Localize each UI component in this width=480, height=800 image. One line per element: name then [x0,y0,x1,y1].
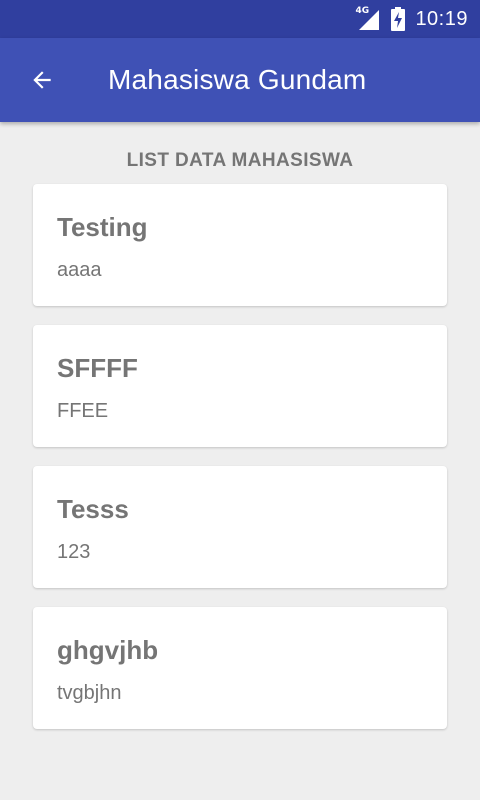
list-item[interactable]: ghgvjhb tvgbjhn [33,607,447,729]
item-detail: aaaa [57,259,102,281]
app-bar: Mahasiswa Gundam [0,38,480,122]
status-clock: 10:19 [415,7,468,30]
list-heading: LIST DATA MAHASISWA [126,150,354,171]
status-bar: 4G 10:19 [0,0,480,38]
battery-charging-icon [391,7,406,31]
item-detail: tvgbjhn [57,682,122,704]
student-list: Testing aaaa SFFFF FFEE Tesss 123 ghgvjh… [33,184,447,748]
item-detail: FFEE [57,400,109,422]
list-item[interactable]: Testing aaaa [33,184,447,306]
item-name: SFFFF [57,353,138,383]
signal-icon: 4G [355,6,381,32]
item-detail: 123 [57,541,91,563]
item-name: Tesss [57,494,129,524]
item-name: Testing [57,212,148,242]
back-button[interactable] [22,60,62,100]
arrow-left-icon [33,71,51,89]
list-item[interactable]: SFFFF FFEE [33,325,447,447]
item-name: ghgvjhb [57,635,159,665]
status-icons: 4G 10:19 [355,0,468,38]
list-item[interactable]: Tesss 123 [33,466,447,588]
app-title: Mahasiswa Gundam [108,64,367,95]
